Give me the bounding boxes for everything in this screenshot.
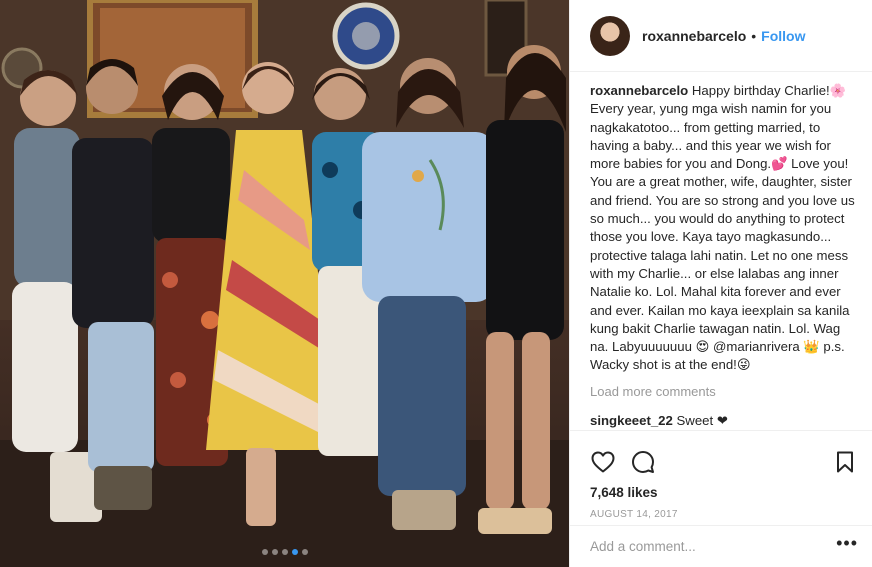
carousel-dot[interactable] bbox=[271, 549, 278, 555]
carousel-dot[interactable] bbox=[301, 549, 308, 555]
heart-icon[interactable] bbox=[590, 449, 616, 475]
header-username[interactable]: roxannebarcelo bbox=[642, 28, 746, 44]
carousel-dot[interactable] bbox=[281, 549, 288, 555]
carousel-indicator bbox=[0, 549, 569, 555]
speech-bubble-icon[interactable] bbox=[630, 449, 656, 475]
header-separator: • bbox=[751, 27, 757, 44]
comment-username[interactable]: singkeeet_22 bbox=[590, 413, 673, 428]
carousel-dot-active[interactable] bbox=[291, 549, 298, 555]
comments-section: roxannebarcelo Happy birthday Charlie!🌸 … bbox=[590, 82, 858, 429]
instagram-post: roxannebarcelo • Follow roxannebarcelo H… bbox=[0, 0, 872, 567]
post-date: AUGUST 14, 2017 bbox=[590, 509, 678, 520]
comment-text: Sweet ❤ bbox=[676, 412, 728, 428]
add-comment-input[interactable] bbox=[590, 539, 837, 554]
comment-item: singkeeet_22 Sweet ❤ bbox=[590, 413, 858, 429]
load-more-comments-button[interactable]: Load more comments bbox=[590, 384, 858, 399]
post-caption: roxannebarcelo Happy birthday Charlie!🌸 … bbox=[590, 82, 858, 375]
carousel-dot[interactable] bbox=[261, 549, 268, 555]
avatar[interactable] bbox=[590, 15, 630, 56]
group-photo-illustration bbox=[0, 0, 569, 567]
add-comment-bar: ••• bbox=[570, 525, 872, 567]
post-footer: 7,648 likes AUGUST 14, 2017 bbox=[570, 430, 872, 520]
caption-username[interactable]: roxannebarcelo bbox=[590, 83, 688, 98]
more-options-icon[interactable]: ••• bbox=[836, 534, 858, 556]
like-count[interactable]: 7,648 likes bbox=[590, 485, 872, 500]
post-photo[interactable] bbox=[0, 0, 569, 567]
caption-text: Happy birthday Charlie!🌸 Every year, yun… bbox=[590, 83, 855, 373]
follow-button[interactable]: Follow bbox=[761, 28, 805, 44]
bookmark-icon[interactable] bbox=[832, 449, 858, 475]
post-header: roxannebarcelo • Follow bbox=[570, 0, 872, 72]
post-side-panel: roxannebarcelo • Follow roxannebarcelo H… bbox=[569, 0, 872, 567]
action-bar bbox=[570, 431, 872, 481]
